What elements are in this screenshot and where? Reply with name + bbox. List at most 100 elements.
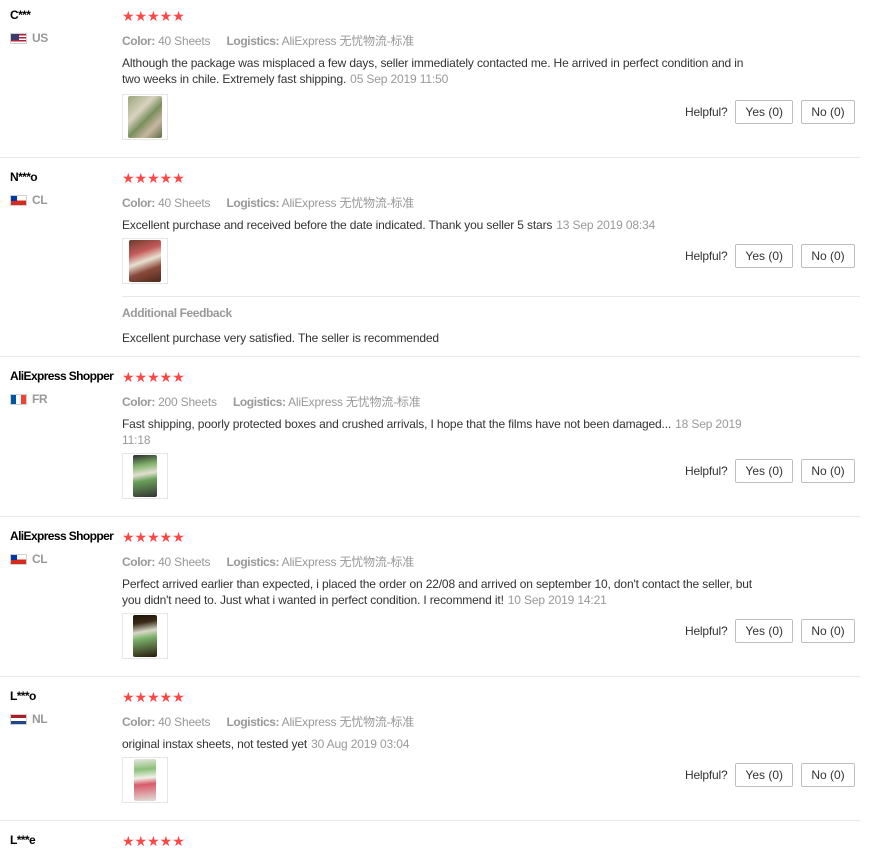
reviewer-name: C***: [10, 8, 31, 22]
us-flag-icon: [10, 32, 27, 44]
review-meta: Color: 40 Sheets Logistics: AliExpress 无…: [122, 194, 860, 211]
additional-feedback-text: Excellent purchase very satisfied. The s…: [122, 331, 439, 345]
color-value: 200 Sheets: [158, 395, 217, 409]
reviewer-name: AliExpress Shopper: [10, 369, 114, 383]
logistics-label: Logistics:: [232, 395, 286, 409]
review-content: ★★★★★ Color: 40 Sheets Logistics: AliExp…: [122, 171, 860, 284]
reviewer-country: CL: [10, 193, 122, 207]
reviewer-country: US: [10, 31, 122, 45]
review-photo: [128, 96, 162, 138]
logistics-label: Logistics:: [226, 555, 280, 569]
helpful-label: Helpful?: [684, 768, 728, 782]
review-item: N***o CL ★★★★★ Color: 40 Sheets Logistic…: [0, 158, 860, 357]
reviewer-info: L***o NL: [10, 689, 122, 726]
reviewer-name: N***o: [10, 170, 38, 184]
review-text: Although the package was misplaced a few…: [122, 55, 762, 87]
helpful-no-button[interactable]: No (0): [801, 763, 855, 787]
review-body: Perfect arrived earlier than expected, i…: [122, 577, 752, 607]
reviewer-info: AliExpress Shopper CL: [10, 529, 122, 566]
helpful-label: Helpful?: [684, 464, 728, 478]
helpful-label: Helpful?: [684, 249, 728, 263]
star-rating: ★★★★★: [122, 834, 185, 849]
review-photo-thumbnail[interactable]: [122, 613, 168, 659]
fr-flag-icon: [10, 393, 27, 405]
additional-feedback-title: Additional Feedback: [122, 306, 232, 320]
helpful-vote: Helpful? Yes (0) No (0): [685, 100, 855, 124]
helpful-vote: Helpful? Yes (0) No (0): [685, 244, 855, 268]
reviewer-info: N***o CL: [10, 170, 122, 207]
review-text: Fast shipping, poorly protected boxes an…: [122, 416, 762, 448]
review-photo-thumbnail[interactable]: [122, 757, 168, 803]
review-photo: [134, 759, 156, 801]
cl-flag-icon: [10, 194, 27, 206]
star-rating: ★★★★★: [122, 530, 185, 546]
review-body: Fast shipping, poorly protected boxes an…: [122, 417, 672, 431]
review-date: 05 Sep 2019 11:50: [350, 72, 449, 86]
logistics-label: Logistics:: [226, 715, 280, 729]
review-photo-thumbnail[interactable]: [122, 94, 168, 140]
logistics-label: Logistics:: [226, 196, 280, 210]
helpful-no-button[interactable]: No (0): [801, 619, 855, 643]
color-label: Color:: [122, 395, 155, 409]
country-code: NL: [32, 712, 48, 726]
review-text: Excellent purchase and received before t…: [122, 217, 762, 233]
review-item: L***o NL ★★★★★ Color: 40 Sheets Logistic…: [0, 677, 860, 821]
color-label: Color:: [122, 196, 155, 210]
logistics-label: Logistics:: [226, 34, 280, 48]
review-item: AliExpress Shopper FR ★★★★★ Color: 200 S…: [0, 357, 860, 517]
additional-feedback-divider: [122, 296, 860, 297]
reviewer-name: L***e: [10, 833, 36, 847]
review-text: original instax sheets, not tested yet 30…: [122, 736, 762, 752]
helpful-no-button[interactable]: No (0): [801, 459, 855, 483]
star-rating: ★★★★★: [122, 370, 185, 386]
color-label: Color:: [122, 34, 155, 48]
review-meta: Color: 40 Sheets Logistics: AliExpress 无…: [122, 553, 860, 570]
reviewer-country: NL: [10, 712, 122, 726]
helpful-yes-button[interactable]: Yes (0): [735, 244, 793, 268]
review-photo-thumbnail[interactable]: [122, 238, 168, 284]
color-value: 40 Sheets: [158, 715, 211, 729]
star-rating: ★★★★★: [122, 171, 185, 187]
review-photo: [133, 455, 157, 497]
review-content: ★★★★★ Color: 40 Sheets Logistics: AliExp…: [122, 9, 860, 140]
review-item: L***e ★★★★★: [0, 821, 860, 849]
color-label: Color:: [122, 555, 155, 569]
review-item: C*** US ★★★★★ Color: 40 Sheets Logistics…: [0, 0, 860, 158]
review-photo-thumbnail[interactable]: [122, 453, 168, 499]
logistics-value: AliExpress 无忧物流-标准: [281, 196, 415, 210]
color-value: 40 Sheets: [158, 34, 211, 48]
helpful-yes-button[interactable]: Yes (0): [735, 763, 793, 787]
review-meta: Color: 200 Sheets Logistics: AliExpress …: [122, 393, 860, 410]
reviewer-name: AliExpress Shopper: [10, 529, 114, 543]
helpful-no-button[interactable]: No (0): [801, 100, 855, 124]
country-code: CL: [32, 193, 48, 207]
country-code: CL: [32, 552, 48, 566]
helpful-label: Helpful?: [684, 105, 728, 119]
helpful-yes-button[interactable]: Yes (0): [735, 619, 793, 643]
star-rating: ★★★★★: [122, 9, 185, 25]
review-body: Excellent purchase and received before t…: [122, 218, 553, 232]
cl-flag-icon: [10, 553, 27, 565]
reviewer-country: CL: [10, 552, 122, 566]
helpful-yes-button[interactable]: Yes (0): [735, 459, 793, 483]
logistics-value: AliExpress 无忧物流-标准: [281, 555, 415, 569]
nl-flag-icon: [10, 713, 27, 725]
review-photo: [133, 615, 157, 657]
review-content: ★★★★★ Color: 40 Sheets Logistics: AliExp…: [122, 691, 860, 803]
review-date: 30 Aug 2019 03:04: [311, 737, 410, 751]
reviewer-name: L***o: [10, 689, 36, 703]
color-value: 40 Sheets: [158, 555, 211, 569]
logistics-value: AliExpress 无忧物流-标准: [288, 395, 421, 409]
review-text: Perfect arrived earlier than expected, i…: [122, 576, 762, 608]
helpful-label: Helpful?: [684, 624, 728, 638]
logistics-value: AliExpress 无忧物流-标准: [281, 34, 415, 48]
reviewer-info: AliExpress Shopper FR: [10, 369, 122, 406]
review-meta: Color: 40 Sheets Logistics: AliExpress 无…: [122, 32, 860, 49]
review-date: 13 Sep 2019 08:34: [556, 218, 656, 232]
helpful-yes-button[interactable]: Yes (0): [735, 100, 793, 124]
logistics-value: AliExpress 无忧物流-标准: [281, 715, 415, 729]
color-value: 40 Sheets: [158, 196, 211, 210]
reviewer-info: C*** US: [10, 8, 122, 45]
helpful-vote: Helpful? Yes (0) No (0): [685, 619, 855, 643]
helpful-no-button[interactable]: No (0): [801, 244, 855, 268]
